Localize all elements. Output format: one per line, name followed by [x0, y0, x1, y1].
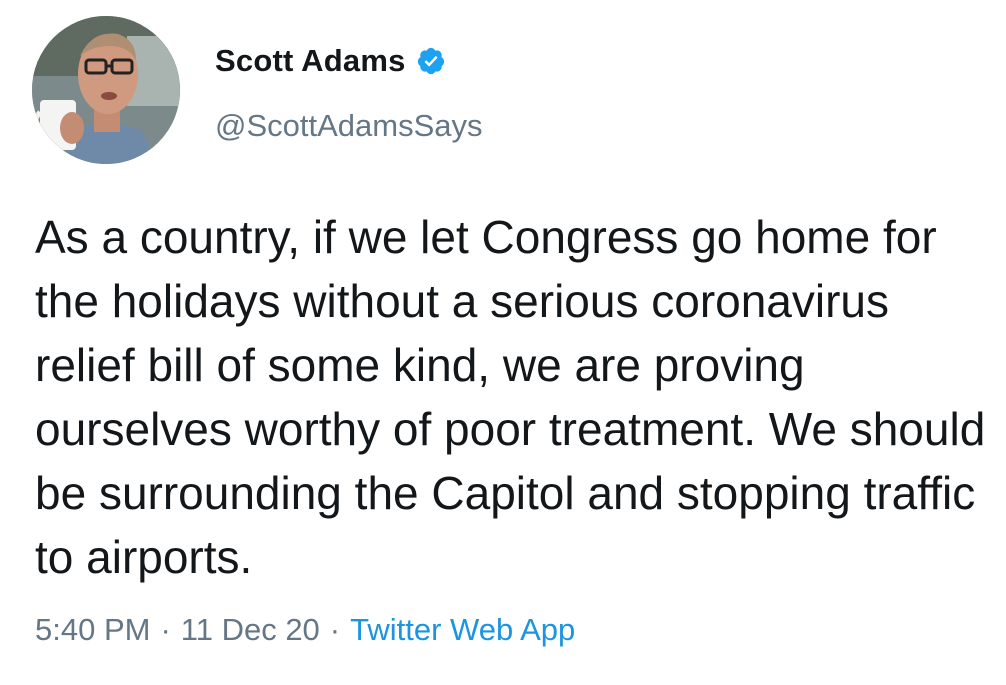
- user-handle[interactable]: @ScottAdamsSays: [215, 108, 483, 144]
- tweet-text: As a country, if we let Congress go home…: [35, 211, 986, 583]
- meta-separator-2: ·: [329, 612, 341, 647]
- name-row: Scott Adams: [215, 41, 446, 81]
- display-name[interactable]: Scott Adams: [215, 43, 406, 79]
- avatar[interactable]: [32, 16, 180, 164]
- tweet-date[interactable]: 11 Dec 20: [181, 612, 320, 647]
- tweet-card: Scott Adams @ScottAdamsSays As a country…: [0, 0, 1006, 685]
- avatar-photo: [32, 16, 180, 164]
- verified-badge-icon: [416, 46, 446, 76]
- tweet-time[interactable]: 5:40 PM: [35, 612, 150, 647]
- tweet-source-link[interactable]: Twitter Web App: [350, 612, 575, 647]
- tweet-meta: 5:40 PM · 11 Dec 20 · Twitter Web App: [35, 612, 575, 648]
- meta-separator: ·: [160, 612, 171, 647]
